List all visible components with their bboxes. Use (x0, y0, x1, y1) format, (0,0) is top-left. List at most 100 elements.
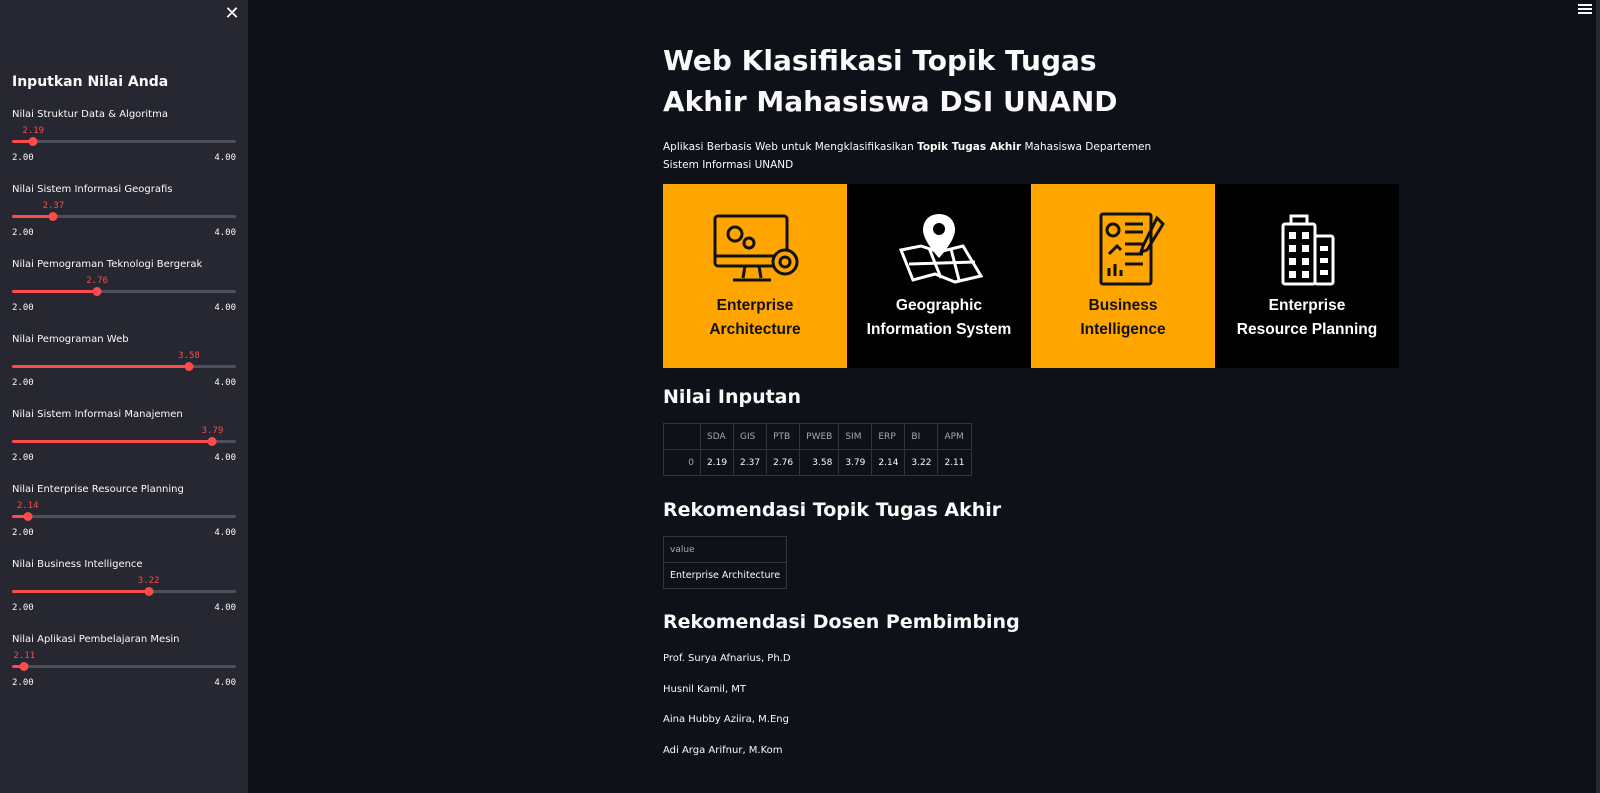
slider-label: Nilai Pemograman Teknologi Bergerak (12, 259, 203, 270)
banner-caption-line2: Information System (866, 321, 1012, 338)
table-cell[interactable]: 2.76 (766, 449, 801, 476)
slider-min: 2.00 (12, 153, 34, 163)
slider-apm[interactable]: Nilai Aplikasi Pembelajaran Mesin 2.11 2… (12, 634, 236, 694)
slider-thumb[interactable] (19, 662, 29, 671)
subtitle-bold-text: Topik Tugas Akhir (917, 141, 1022, 153)
lecturer-item: Husnil Kamil, MT (663, 684, 747, 695)
column-header[interactable] (663, 423, 701, 450)
slider-label: Nilai Business Intelligence (12, 559, 143, 570)
column-header[interactable]: APM (937, 423, 972, 450)
banner-caption: Geographic Information System (847, 294, 1031, 342)
slider-min: 2.00 (12, 678, 34, 688)
slider-track[interactable] (12, 137, 236, 146)
slider-label: Nilai Aplikasi Pembelajaran Mesin (12, 634, 180, 645)
slider-thumb[interactable] (92, 287, 102, 296)
input-values-table[interactable]: SDA GIS PTB PWEB SIM ERP BI APM 0 2.19 2… (663, 423, 972, 476)
slider-thumb[interactable] (144, 587, 154, 596)
slider-gis[interactable]: Nilai Sistem Informasi Geografis 2.37 2.… (12, 184, 236, 244)
page-title: Web Klasifikasi Topik Tugas Akhir Mahasi… (663, 44, 1118, 118)
slider-fill (12, 590, 149, 593)
slider-erp[interactable]: Nilai Enterprise Resource Planning 2.14 … (12, 484, 236, 544)
menu-icon[interactable] (1578, 4, 1592, 16)
column-header[interactable]: SDA (699, 423, 735, 450)
close-icon[interactable]: ✕ (222, 4, 242, 24)
slider-label: Nilai Pemograman Web (12, 334, 129, 345)
slider-ptb[interactable]: Nilai Pemograman Teknologi Bergerak 2.76… (12, 259, 236, 319)
slider-sim[interactable]: Nilai Sistem Informasi Manajemen 3.79 2.… (12, 409, 236, 469)
slider-track[interactable] (12, 587, 236, 596)
column-header[interactable]: value (662, 536, 788, 563)
slider-track[interactable] (12, 287, 236, 296)
table-cell[interactable]: 2.37 (733, 449, 768, 476)
slider-label: Nilai Enterprise Resource Planning (12, 484, 184, 495)
topic-recommendation-table[interactable]: value Enterprise Architecture (662, 536, 788, 589)
slider-value: 3.79 (201, 426, 224, 436)
slider-thumb[interactable] (207, 437, 217, 446)
column-header[interactable]: SIM (838, 423, 873, 450)
banner-tile-geographic-information-system: Geographic Information System (847, 184, 1031, 368)
table-cell[interactable]: 2.14 (871, 449, 906, 476)
slider-fill (12, 440, 213, 443)
lecturer-item: Aina Hubby Aziira, M.Eng (663, 714, 789, 725)
scrollbar[interactable] (1596, 0, 1600, 793)
column-header[interactable]: GIS (733, 423, 768, 450)
column-header[interactable]: ERP (871, 423, 906, 450)
banner-caption-line1: Business (1088, 297, 1158, 314)
slider-min: 2.00 (12, 378, 34, 388)
slider-max: 4.00 (214, 153, 236, 163)
slider-thumb[interactable] (48, 212, 58, 221)
slider-track[interactable] (12, 212, 236, 221)
sidebar: ✕ Inputkan Nilai Anda Nilai Struktur Dat… (0, 0, 248, 793)
table-cell[interactable]: 3.79 (838, 449, 873, 476)
slider-thumb[interactable] (184, 362, 194, 371)
column-header[interactable]: PWEB (799, 423, 840, 450)
page-subtitle: Aplikasi Berbasis Web untuk Mengklasifik… (663, 138, 1153, 174)
subtitle-text: Aplikasi Berbasis Web untuk Mengklasifik… (663, 141, 918, 153)
banner-tile-enterprise-resource-planning: Enterprise Resource Planning (1215, 184, 1399, 368)
slider-value: 3.58 (178, 351, 200, 361)
table-cell[interactable]: 2.19 (699, 449, 735, 476)
slider-value: 2.76 (86, 276, 108, 286)
main-content: Web Klasifikasi Topik Tugas Akhir Mahasi… (662, 40, 1403, 756)
slider-pweb[interactable]: Nilai Pemograman Web 3.58 2.00 4.00 (12, 334, 236, 394)
slider-label: Nilai Struktur Data & Algoritma (12, 109, 168, 120)
banner-caption-line2: Resource Planning (1236, 321, 1378, 338)
slider-track[interactable] (12, 662, 236, 671)
table-cell[interactable]: 3.22 (904, 449, 939, 476)
slider-max: 4.00 (214, 303, 236, 313)
banner-tile-enterprise-architecture: Enterprise Architecture (663, 184, 847, 368)
slider-thumb[interactable] (23, 512, 33, 521)
slider-track[interactable] (12, 437, 236, 446)
banner-caption-line2: Intelligence (1080, 321, 1166, 338)
slider-min: 2.00 (12, 303, 34, 313)
slider-fill (12, 215, 54, 218)
slider-track[interactable] (12, 512, 236, 521)
banner-caption: Enterprise Architecture (663, 294, 847, 342)
table-cell[interactable]: 3.58 (799, 449, 840, 476)
slider-min: 2.00 (12, 453, 34, 463)
map-pin-icon (898, 214, 984, 284)
slider-max: 4.00 (214, 603, 236, 613)
banner-caption-line2: Architecture (709, 321, 801, 338)
banner-caption: Business Intelligence (1031, 294, 1215, 342)
slider-bi[interactable]: Nilai Business Intelligence 3.22 2.00 4.… (12, 559, 236, 619)
slider-sda[interactable]: Nilai Struktur Data & Algoritma 2.19 2.0… (12, 109, 236, 169)
slider-value: 2.19 (22, 126, 45, 136)
input-values-heading: Nilai Inputan (663, 386, 802, 408)
slider-fill (12, 290, 98, 293)
column-header[interactable]: PTB (766, 423, 801, 450)
slider-value: 2.14 (16, 501, 39, 511)
slider-max: 4.00 (214, 453, 236, 463)
column-header[interactable]: BI (904, 423, 939, 450)
table-cell[interactable]: 2.11 (937, 449, 972, 476)
slider-thumb[interactable] (28, 137, 38, 146)
slider-min: 2.00 (12, 528, 34, 538)
table-header-row: value (662, 536, 788, 563)
slider-fill (12, 365, 189, 368)
table-cell[interactable]: Enterprise Architecture (662, 562, 788, 589)
report-chart-icon (1099, 212, 1165, 286)
banner-caption: Enterprise Resource Planning (1215, 294, 1399, 342)
slider-label: Nilai Sistem Informasi Manajemen (12, 409, 183, 420)
table-header-row: SDA GIS PTB PWEB SIM ERP BI APM (663, 423, 972, 450)
slider-track[interactable] (12, 362, 236, 371)
